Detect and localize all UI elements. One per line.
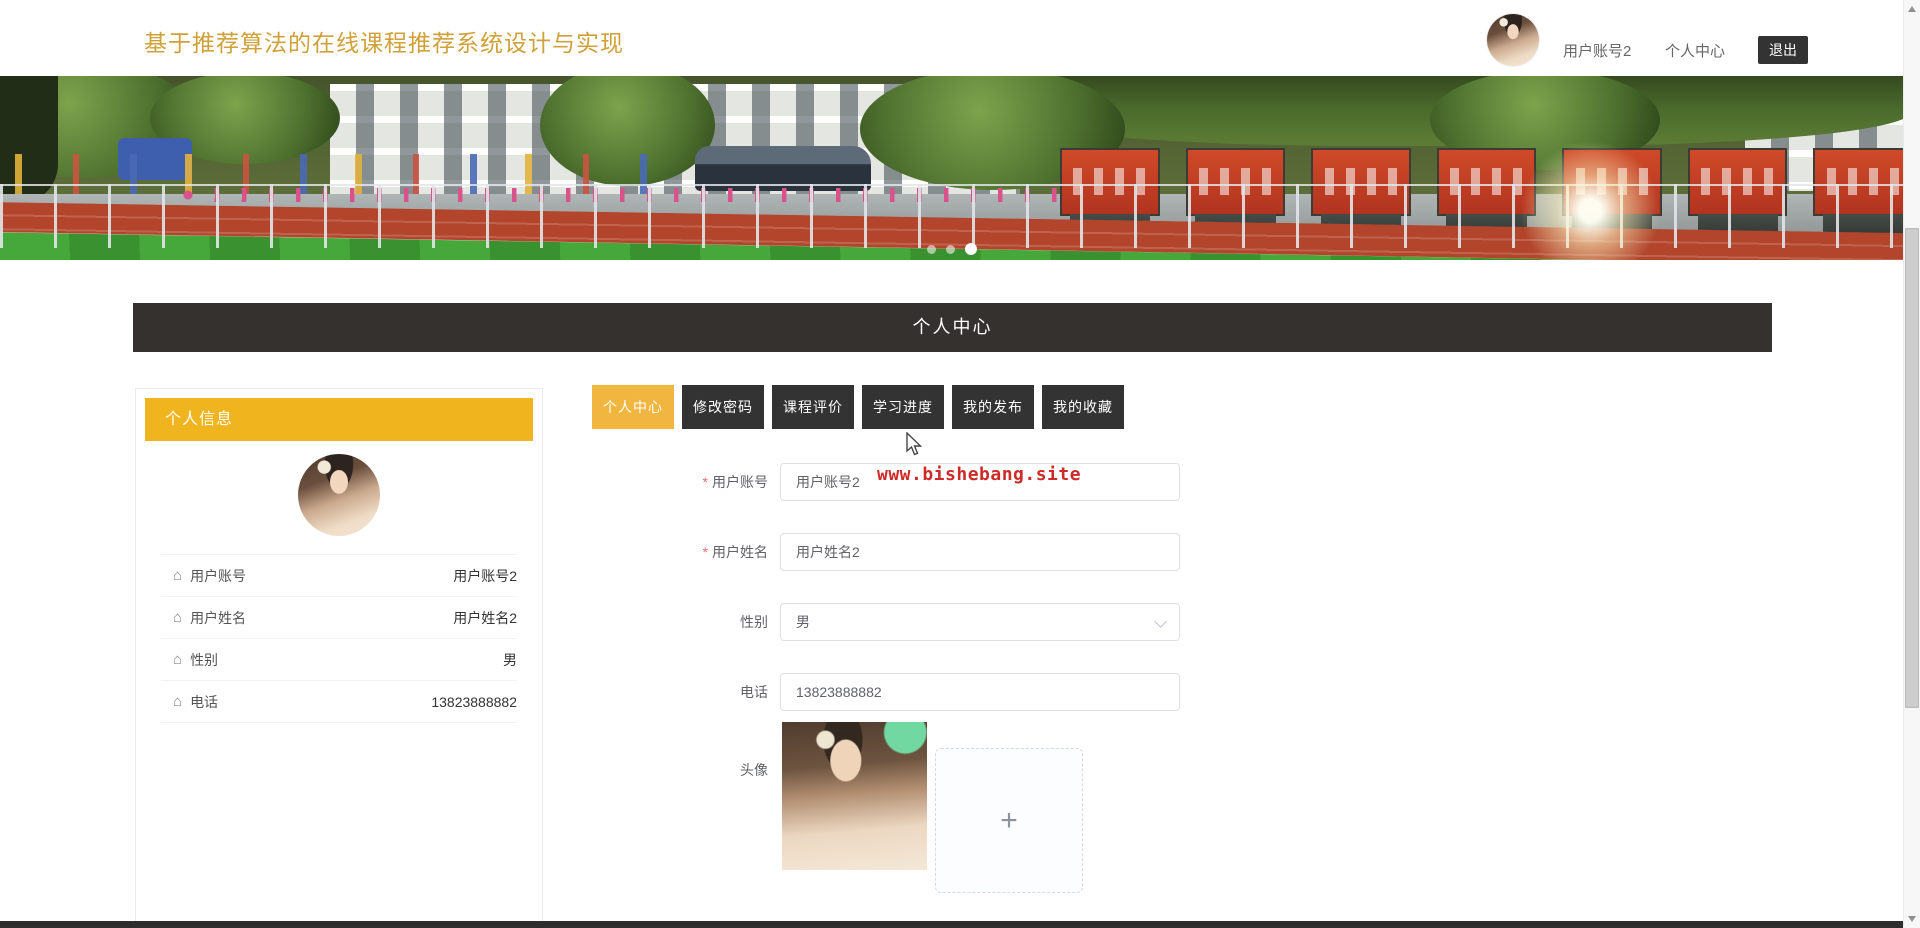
avatar-upload-box[interactable]: + <box>935 748 1083 893</box>
avatar-preview-image[interactable] <box>782 722 927 870</box>
required-asterisk: * <box>702 474 708 490</box>
carousel-dot[interactable] <box>945 244 955 254</box>
field-label-phone: 电话 <box>740 684 768 700</box>
sidebar-info-list: ⌂ 用户账号 用户账号2 ⌂ 用户姓名 用户姓名2 ⌂ 性别 男 ⌂ 电话 13823888882 <box>161 554 517 723</box>
footer-strip <box>0 921 1903 928</box>
form-row-avatar: 头像 + <box>592 722 1292 922</box>
info-label: 性别 <box>190 651 219 668</box>
gender-select[interactable]: 男 <box>780 603 1180 641</box>
info-label: 用户姓名 <box>190 609 247 626</box>
nav-personal-center[interactable]: 个人中心 <box>1665 40 1725 61</box>
form-row-phone: 电话 <box>592 673 1292 711</box>
home-icon: ⌂ <box>173 609 183 626</box>
logout-button[interactable]: 退出 <box>1758 36 1808 64</box>
home-icon: ⌂ <box>173 567 183 584</box>
field-label-account: * 用户账号 <box>702 474 768 490</box>
page-title: 个人中心 <box>133 303 1772 352</box>
info-value: 用户姓名2 <box>453 609 517 626</box>
plus-icon: + <box>1000 803 1018 837</box>
scrollbar[interactable] <box>1903 0 1920 928</box>
tab-3[interactable]: 学习进度 <box>862 385 944 429</box>
field-label-avatar: 头像 <box>740 762 768 778</box>
fullname-input[interactable] <box>780 533 1180 571</box>
header-username[interactable]: 用户账号2 <box>1563 40 1631 61</box>
scrollbar-thumb[interactable] <box>1905 228 1919 708</box>
info-value: 用户账号2 <box>453 567 517 584</box>
profile-form: www.bishebang.site *用户账号 *用户姓名性别 男电话头像 + <box>592 463 1292 923</box>
chevron-down-icon <box>1154 615 1167 628</box>
tab-2[interactable]: 课程评价 <box>772 385 854 429</box>
tab-4[interactable]: 我的发布 <box>952 385 1034 429</box>
select-value: 男 <box>796 614 810 630</box>
profile-tabs: 个人中心 修改密码 课程评价 学习进度 我的发布 我的收藏 <box>592 385 1124 429</box>
info-label: 用户账号 <box>190 567 247 584</box>
field-label-gender: 性别 <box>740 614 768 630</box>
home-icon: ⌂ <box>173 651 183 668</box>
profile-avatar <box>298 454 380 536</box>
list-item: ⌂ 用户姓名 用户姓名2 <box>161 597 517 639</box>
list-item: ⌂ 用户账号 用户账号2 <box>161 555 517 597</box>
scrollbar-up-arrow-icon[interactable] <box>1908 6 1916 12</box>
carousel-dot[interactable] <box>926 244 936 254</box>
info-label: 电话 <box>190 693 219 710</box>
field-label-fullname: * 用户姓名 <box>702 544 768 560</box>
mouse-cursor <box>906 432 923 456</box>
form-row-fullname: * 用户姓名 <box>592 533 1292 571</box>
banner-sun-flare <box>1518 138 1663 260</box>
tab-0[interactable]: 个人中心 <box>592 385 674 429</box>
personal-info-title: 个人信息 <box>145 398 533 441</box>
phone-input[interactable] <box>780 673 1180 711</box>
tab-1[interactable]: 修改密码 <box>682 385 764 429</box>
app-title: 基于推荐算法的在线课程推荐系统设计与实现 <box>144 30 624 56</box>
form-row-gender: 性别 男 <box>592 603 1292 641</box>
personal-info-card: 个人信息 ⌂ 用户账号 用户账号2 ⌂ 用户姓名 用户姓名2 ⌂ 性别 男 ⌂ 电话 13823888… <box>135 388 543 922</box>
carousel-dot[interactable] <box>964 243 977 255</box>
scrollbar-down-arrow-icon[interactable] <box>1908 916 1916 922</box>
list-item: ⌂ 电话 13823888882 <box>161 681 517 723</box>
info-value: 13823888882 <box>431 693 517 710</box>
banner-carousel <box>0 76 1903 260</box>
user-avatar[interactable] <box>1487 14 1539 66</box>
watermark-text: www.bishebang.site <box>877 464 1082 485</box>
required-asterisk: * <box>702 544 708 560</box>
app-header: 基于推荐算法的在线课程推荐系统设计与实现 用户账号2 个人中心 退出 <box>0 0 1903 77</box>
tab-5[interactable]: 我的收藏 <box>1042 385 1124 429</box>
info-value: 男 <box>503 651 517 668</box>
list-item: ⌂ 性别 男 <box>161 639 517 681</box>
home-icon: ⌂ <box>173 693 183 710</box>
carousel-dots <box>0 243 1903 255</box>
